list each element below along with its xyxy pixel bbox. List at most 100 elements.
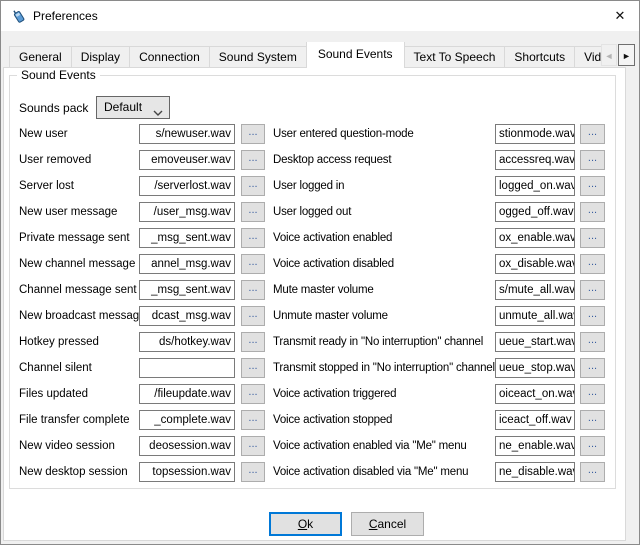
event-label: User logged in: [273, 176, 494, 196]
sound-event-row: User removedemoveuser.wav...Desktop acce…: [1, 150, 640, 170]
sound-file-input[interactable]: _complete.wav: [139, 410, 235, 430]
sound-event-row: Hotkey pressedds/hotkey.wav... Transmit r…: [1, 332, 640, 352]
event-label: Transmit stopped in "No interruption" ch…: [273, 358, 494, 378]
sound-file-input[interactable]: dcast_msg.wav: [139, 306, 235, 326]
sound-file-input[interactable]: /user_msg.wav: [139, 202, 235, 222]
tab-general[interactable]: General: [9, 46, 72, 68]
sound-event-row: Channel message sent_msg_sent.wav... Mute…: [1, 280, 640, 300]
browse-button[interactable]: ...: [241, 384, 265, 404]
event-label: Voice activation enabled: [273, 228, 494, 248]
ok-button[interactable]: Ok: [269, 512, 342, 536]
sound-file-input[interactable]: s/newuser.wav: [139, 124, 235, 144]
sound-event-row: File transfer complete_complete.wav...Vo…: [1, 410, 640, 430]
tab-sound-events[interactable]: Sound Events: [306, 42, 405, 68]
event-label: Voice activation disabled via "Me" menu: [273, 462, 494, 482]
browse-button[interactable]: ...: [580, 358, 605, 378]
tab-video[interactable]: Video: [574, 46, 601, 68]
browse-button[interactable]: ...: [241, 176, 265, 196]
browse-button[interactable]: ...: [580, 306, 605, 326]
chevron-down-icon: [153, 104, 163, 112]
sound-file-input[interactable]: accessreq.wav: [495, 150, 575, 170]
browse-button[interactable]: ...: [241, 332, 265, 352]
tab-bar: GeneralDisplayConnectionSound SystemSoun…: [9, 42, 601, 68]
sound-file-input[interactable]: deosession.wav: [139, 436, 235, 456]
event-label: Hotkey pressed: [19, 332, 137, 352]
sound-file-input[interactable]: ueue_start.wav: [495, 332, 575, 352]
tab-connection[interactable]: Connection: [129, 46, 210, 68]
sound-file-input[interactable]: iceact_off.wav: [495, 410, 575, 430]
event-label: User removed: [19, 150, 137, 170]
browse-button[interactable]: ...: [580, 150, 605, 170]
event-label: User logged out: [273, 202, 494, 222]
event-label: Voice activation disabled: [273, 254, 494, 274]
sound-file-input[interactable]: unmute_all.wav: [495, 306, 575, 326]
sound-file-input[interactable]: emoveuser.wav: [139, 150, 235, 170]
browse-button[interactable]: ...: [241, 202, 265, 222]
tab-shortcuts[interactable]: Shortcuts: [504, 46, 575, 68]
event-label: Mute master volume: [273, 280, 494, 300]
sound-file-input[interactable]: _msg_sent.wav: [139, 228, 235, 248]
sound-file-input[interactable]: ne_enable.wav: [495, 436, 575, 456]
sound-file-input[interactable]: ogged_off.wav: [495, 202, 575, 222]
browse-button[interactable]: ...: [241, 124, 265, 144]
browse-button[interactable]: ...: [580, 176, 605, 196]
browse-button[interactable]: ...: [241, 436, 265, 456]
tab-text-to-speech[interactable]: Text To Speech: [404, 46, 506, 68]
sound-event-row: New channel messageannel_msg.wav... Voice…: [1, 254, 640, 274]
browse-button[interactable]: ...: [580, 410, 605, 430]
sound-file-input[interactable]: oiceact_on.wav: [495, 384, 575, 404]
event-label: New user message: [19, 202, 137, 222]
sound-file-input[interactable]: ds/hotkey.wav: [139, 332, 235, 352]
sound-file-input[interactable]: logged_on.wav: [495, 176, 575, 196]
event-label: New broadcast message: [19, 306, 137, 326]
sound-file-input[interactable]: /fileupdate.wav: [139, 384, 235, 404]
browse-button[interactable]: ...: [580, 280, 605, 300]
browse-button[interactable]: ...: [241, 150, 265, 170]
sound-file-input[interactable]: ox_disable.wav: [495, 254, 575, 274]
window-title: Preferences: [33, 1, 98, 31]
sound-file-input[interactable]: _msg_sent.wav: [139, 280, 235, 300]
browse-button[interactable]: ...: [241, 228, 265, 248]
sound-file-input[interactable]: ox_enable.wav: [495, 228, 575, 248]
sound-file-input[interactable]: ueue_stop.wav: [495, 358, 575, 378]
event-label: Channel message sent: [19, 280, 137, 300]
ok-label: k: [307, 517, 313, 531]
browse-button[interactable]: ...: [580, 436, 605, 456]
browse-button[interactable]: ...: [580, 124, 605, 144]
tab-sound-system[interactable]: Sound System: [209, 46, 307, 68]
browse-button[interactable]: ...: [241, 254, 265, 274]
browse-button[interactable]: ...: [241, 306, 265, 326]
sound-file-input[interactable]: annel_msg.wav: [139, 254, 235, 274]
sound-file-input[interactable]: [139, 358, 235, 378]
browse-button[interactable]: ...: [241, 410, 265, 430]
cancel-label: ancel: [377, 517, 406, 531]
close-icon[interactable]: ✕: [603, 1, 637, 31]
event-label: Voice activation triggered: [273, 384, 494, 404]
cancel-button[interactable]: Cancel: [351, 512, 424, 536]
preferences-dialog: Preferences ✕ GeneralDisplayConnectionSo…: [0, 0, 640, 545]
sound-file-input[interactable]: ne_disable.wav: [495, 462, 575, 482]
sound-event-row: New video sessiondeosession.wav...Voice …: [1, 436, 640, 456]
sounds-pack-select[interactable]: Default: [96, 96, 170, 119]
sound-file-input[interactable]: /serverlost.wav: [139, 176, 235, 196]
event-label: Voice activation stopped: [273, 410, 494, 430]
browse-button[interactable]: ...: [241, 462, 265, 482]
sound-event-row: New users/newuser.wav...User entered que…: [1, 124, 640, 144]
event-label: Transmit ready in "No interruption" chan…: [273, 332, 494, 352]
tab-scroll-right-icon[interactable]: ►: [618, 44, 635, 66]
browse-button[interactable]: ...: [580, 254, 605, 274]
tab-scroll-left-icon[interactable]: ◄: [601, 44, 617, 66]
browse-button[interactable]: ...: [241, 280, 265, 300]
browse-button[interactable]: ...: [580, 202, 605, 222]
browse-button[interactable]: ...: [580, 332, 605, 352]
browse-button[interactable]: ...: [580, 462, 605, 482]
browse-button[interactable]: ...: [580, 384, 605, 404]
sound-file-input[interactable]: s/mute_all.wav: [495, 280, 575, 300]
tab-display[interactable]: Display: [71, 46, 130, 68]
sound-file-input[interactable]: topsession.wav: [139, 462, 235, 482]
event-label: New channel message: [19, 254, 137, 274]
sound-file-input[interactable]: stionmode.wav: [495, 124, 575, 144]
browse-button[interactable]: ...: [580, 228, 605, 248]
event-label: Private message sent: [19, 228, 137, 248]
browse-button[interactable]: ...: [241, 358, 265, 378]
